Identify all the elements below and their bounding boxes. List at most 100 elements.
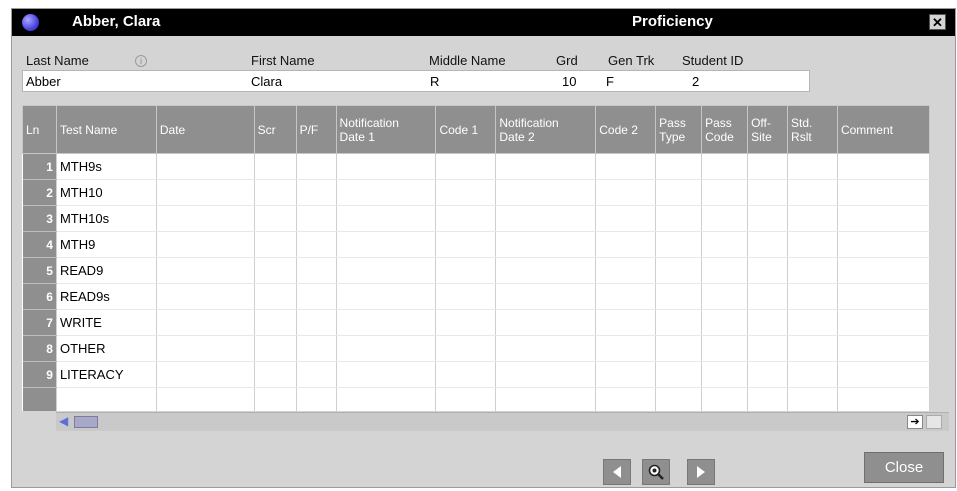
- grid-cell[interactable]: [701, 361, 749, 388]
- grid-cell[interactable]: [435, 179, 497, 206]
- grid-cell[interactable]: [655, 205, 703, 232]
- grid-cell[interactable]: [701, 309, 749, 336]
- grid-cell[interactable]: [296, 361, 337, 388]
- col-header-pass-code[interactable]: Pass Code: [701, 105, 749, 154]
- table-row[interactable]: 4 MTH9: [22, 231, 930, 258]
- arrow-left-icon[interactable]: ◀: [59, 415, 73, 428]
- row-number-cell[interactable]: 9: [22, 361, 57, 388]
- col-header-date[interactable]: Date: [155, 105, 255, 154]
- grid-cell[interactable]: [296, 153, 337, 180]
- test-name-cell[interactable]: [56, 387, 157, 411]
- col-header-std-rslt[interactable]: Std. Rslt: [787, 105, 838, 154]
- grid-cell[interactable]: [156, 387, 255, 411]
- grid-cell[interactable]: [701, 231, 749, 258]
- grid-cell[interactable]: [655, 257, 703, 284]
- grid-cell[interactable]: [156, 153, 255, 180]
- grid-cell[interactable]: [296, 179, 337, 206]
- row-number-cell[interactable]: 5: [22, 257, 57, 284]
- grid-cell[interactable]: [837, 387, 930, 411]
- grid-cell[interactable]: [495, 387, 597, 411]
- grid-cell[interactable]: [156, 231, 255, 258]
- grid-cell[interactable]: [837, 361, 930, 388]
- grid-cell[interactable]: [495, 309, 597, 336]
- grid-cell[interactable]: [595, 387, 657, 411]
- grid-cell[interactable]: [336, 231, 437, 258]
- grid-cell[interactable]: [435, 361, 497, 388]
- grid-cell[interactable]: [435, 231, 497, 258]
- grid-cell[interactable]: [747, 361, 789, 388]
- grid-cell[interactable]: [296, 387, 337, 411]
- grid-cell[interactable]: [787, 387, 838, 411]
- grid-cell[interactable]: [336, 335, 437, 362]
- grid-cell[interactable]: [336, 179, 437, 206]
- grid-cell[interactable]: [336, 309, 437, 336]
- grid-cell[interactable]: [655, 361, 703, 388]
- search-button[interactable]: [642, 459, 670, 485]
- grid-cell[interactable]: [254, 283, 297, 310]
- grid-cell[interactable]: [495, 257, 597, 284]
- grid-cell[interactable]: [435, 283, 497, 310]
- grid-cell[interactable]: [296, 309, 337, 336]
- grid-cell[interactable]: [595, 231, 657, 258]
- table-row[interactable]: [22, 387, 930, 411]
- grid-cell[interactable]: [156, 257, 255, 284]
- grid-cell[interactable]: [701, 387, 749, 411]
- grid-cell[interactable]: [837, 257, 930, 284]
- grid-cell[interactable]: [495, 179, 597, 206]
- grid-cell[interactable]: [495, 361, 597, 388]
- grid-cell[interactable]: [837, 179, 930, 206]
- grid-cell[interactable]: [747, 231, 789, 258]
- grid-cell[interactable]: [254, 387, 297, 411]
- grid-cell[interactable]: [254, 361, 297, 388]
- test-name-cell[interactable]: WRITE: [56, 309, 157, 336]
- table-row[interactable]: 6 READ9s: [22, 283, 930, 310]
- grid-cell[interactable]: [296, 335, 337, 362]
- grid-cell[interactable]: [495, 283, 597, 310]
- test-name-cell[interactable]: MTH10s: [56, 205, 157, 232]
- grid-cell[interactable]: [747, 335, 789, 362]
- test-name-cell[interactable]: MTH9: [56, 231, 157, 258]
- grid-cell[interactable]: [701, 205, 749, 232]
- grid-cell[interactable]: [435, 257, 497, 284]
- info-icon[interactable]: i: [135, 55, 147, 67]
- row-number-cell[interactable]: 2: [22, 179, 57, 206]
- grid-cell[interactable]: [595, 361, 657, 388]
- grid-cell[interactable]: [837, 309, 930, 336]
- grid-cell[interactable]: [296, 283, 337, 310]
- grid-cell[interactable]: [837, 231, 930, 258]
- grid-cell[interactable]: [336, 257, 437, 284]
- grid-cell[interactable]: [296, 231, 337, 258]
- close-icon[interactable]: ✕: [929, 14, 946, 30]
- grid-cell[interactable]: [156, 205, 255, 232]
- grid-cell[interactable]: [595, 335, 657, 362]
- test-name-cell[interactable]: READ9s: [56, 283, 157, 310]
- test-name-cell[interactable]: MTH10: [56, 179, 157, 206]
- grid-cell[interactable]: [701, 283, 749, 310]
- table-row[interactable]: 5 READ9: [22, 257, 930, 284]
- grid-cell[interactable]: [595, 309, 657, 336]
- table-row[interactable]: 3 MTH10s: [22, 205, 930, 232]
- grid-cell[interactable]: [747, 387, 789, 411]
- grid-cell[interactable]: [701, 335, 749, 362]
- grid-cell[interactable]: [655, 283, 703, 310]
- grid-cell[interactable]: [701, 153, 749, 180]
- col-header-notification-date-2[interactable]: Notification Date 2: [495, 105, 597, 154]
- grid-cell[interactable]: [747, 153, 789, 180]
- grid-cell[interactable]: [655, 231, 703, 258]
- grid-cell[interactable]: [495, 205, 597, 232]
- col-header-notification-date-1[interactable]: Notification Date 1: [335, 105, 437, 154]
- table-row[interactable]: 8 OTHER: [22, 335, 930, 362]
- row-number-cell[interactable]: 1: [22, 153, 57, 180]
- col-header-pass-fail[interactable]: P/F: [295, 105, 337, 154]
- row-number-cell[interactable]: [22, 387, 57, 411]
- grid-cell[interactable]: [254, 231, 297, 258]
- row-number-cell[interactable]: 6: [22, 283, 57, 310]
- grid-cell[interactable]: [595, 205, 657, 232]
- table-row[interactable]: 7 WRITE: [22, 309, 930, 336]
- grid-cell[interactable]: [595, 153, 657, 180]
- grid-cell[interactable]: [655, 309, 703, 336]
- grid-cell[interactable]: [595, 179, 657, 206]
- grid-cell[interactable]: [747, 179, 789, 206]
- col-header-score[interactable]: Scr: [253, 105, 297, 154]
- grid-cell[interactable]: [495, 335, 597, 362]
